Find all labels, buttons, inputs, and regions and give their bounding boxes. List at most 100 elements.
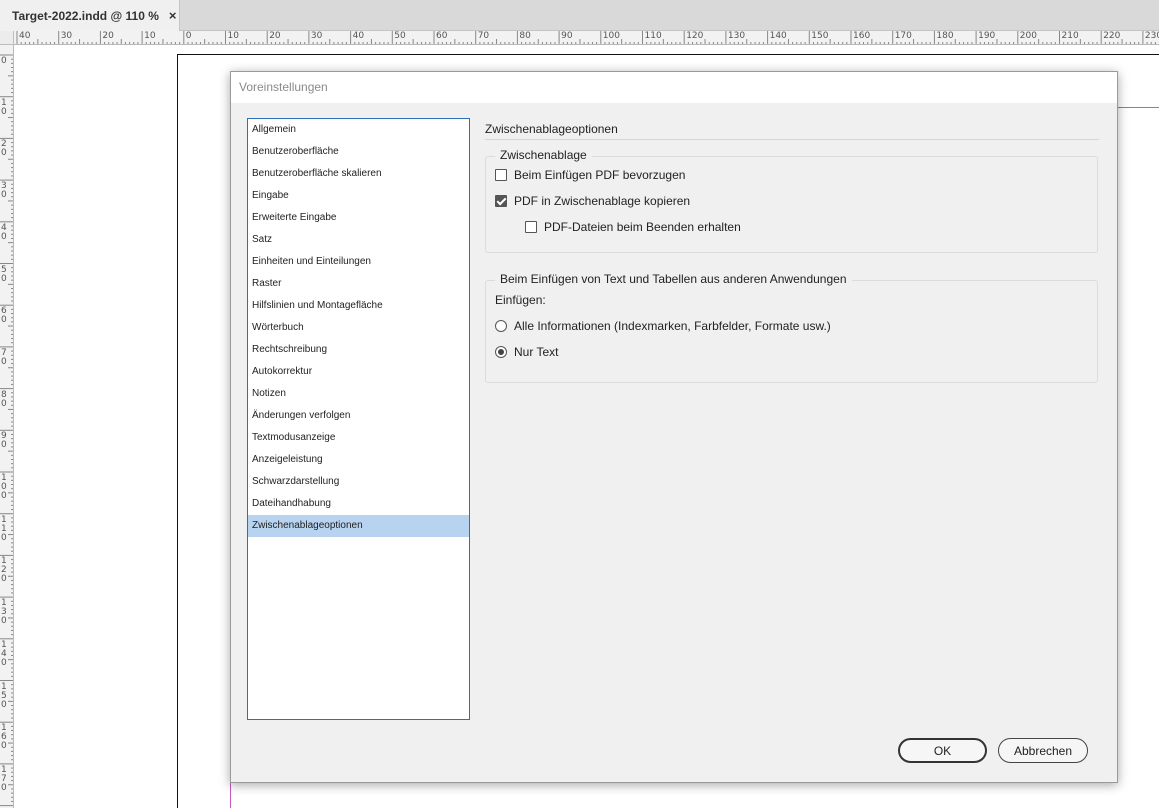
category-item[interactable]: Notizen [248, 383, 469, 405]
all-information-label: Alle Informationen (Indexmarken, Farbfel… [514, 319, 831, 333]
ruler-label: 0 [1, 56, 7, 66]
ruler-label: 10 [227, 31, 239, 41]
prefer-pdf-checkbox-box[interactable] [495, 169, 507, 181]
category-item[interactable]: Einheiten und Einteilungen [248, 251, 469, 273]
ruler-label: 170 [894, 31, 912, 41]
section-divider [485, 139, 1099, 140]
ruler-label: 1 0 0 [1, 473, 7, 501]
category-item[interactable]: Autokorrektur [248, 361, 469, 383]
ruler-label: 6 0 [1, 306, 7, 326]
all-information-radio[interactable]: Alle Informationen (Indexmarken, Farbfel… [495, 319, 831, 333]
text-only-radio-button[interactable] [495, 346, 507, 358]
preferences-dialog: Voreinstellungen Allgemein Benutzeroberfl… [230, 71, 1118, 783]
category-item[interactable]: Schwarzdarstellung [248, 471, 469, 493]
category-list[interactable]: Allgemein Benutzeroberfläche Benutzeroberf… [247, 118, 470, 720]
ruler-label: 120 [686, 31, 704, 41]
category-item[interactable]: Erweiterte Eingabe [248, 207, 469, 229]
keep-pdf-checkbox[interactable]: PDF-Dateien beim Beenden erhalten [525, 220, 741, 234]
category-item[interactable]: Dateihandhabung [248, 493, 469, 515]
all-information-radio-button[interactable] [495, 320, 507, 332]
horizontal-ruler[interactable]: 40 30 20 10 0 10 20 30 40 50 60 70 80 90 100 110 120 130 1… [14, 31, 1159, 45]
ruler-label: 10 [144, 31, 156, 41]
paste-options-group-legend: Beim Einfügen von Text und Tabellen aus … [495, 272, 852, 286]
prefer-pdf-checkbox[interactable]: Beim Einfügen PDF bevorzugen [495, 168, 685, 182]
category-item[interactable]: Zwischenablageoptionen [248, 515, 469, 537]
ruler-label: 5 0 [1, 264, 7, 284]
ruler-label: 1 2 0 [1, 556, 7, 585]
ruler-label: 70 [477, 31, 490, 41]
ruler-origin[interactable] [0, 31, 14, 45]
category-item[interactable]: Benutzeroberfläche skalieren [248, 163, 469, 185]
page-edge-top [177, 54, 1159, 55]
ruler-label: 8 0 [1, 389, 7, 409]
ruler-label: 220 [1103, 31, 1121, 41]
ruler-label: 1 1 0 [1, 514, 7, 543]
keep-pdf-checkbox-box[interactable] [525, 221, 537, 233]
ruler-label: 1 6 0 [1, 723, 7, 752]
ruler-label: 210 [1061, 31, 1079, 41]
dialog-titlebar[interactable]: Voreinstellungen [231, 72, 1117, 103]
text-only-radio[interactable]: Nur Text [495, 345, 558, 359]
ruler-label: 190 [978, 31, 996, 41]
copy-pdf-checkbox[interactable]: PDF in Zwischenablage kopieren [495, 194, 690, 208]
ruler-label: 40 [19, 31, 31, 41]
dialog-title: Voreinstellungen [239, 80, 328, 94]
ruler-label: 90 [561, 31, 573, 41]
category-item[interactable]: Hilfslinien und Montagefläche [248, 295, 469, 317]
prefer-pdf-label: Beim Einfügen PDF bevorzugen [514, 168, 686, 182]
category-item[interactable]: Rechtschreibung [248, 339, 469, 361]
category-item[interactable]: Satz [248, 229, 469, 251]
copy-pdf-label: PDF in Zwischenablage kopieren [514, 194, 691, 208]
ruler-label: 60 [436, 31, 448, 41]
ruler-label: 3 0 [1, 181, 7, 201]
keep-pdf-label: PDF-Dateien beim Beenden erhalten [544, 220, 741, 234]
ruler-label: 230 [1144, 31, 1159, 41]
document-tab[interactable]: Target-2022.indd @ 110 % × [0, 0, 180, 31]
ruler-label: 80 [519, 31, 531, 41]
ok-button[interactable]: OK [898, 738, 987, 763]
ruler-label: 130 [727, 31, 746, 41]
ruler-label: 7 0 [1, 347, 7, 367]
ruler-label: 1 7 0 [1, 764, 7, 793]
category-item[interactable]: Raster [248, 273, 469, 295]
ruler-label: 0 [185, 31, 192, 41]
ruler-label: 40 [352, 31, 365, 41]
close-tab-icon[interactable]: × [169, 8, 177, 23]
cancel-button[interactable]: Abbrechen [998, 738, 1088, 763]
ruler-label: 180 [936, 31, 954, 41]
ruler-label: 100 [602, 31, 620, 41]
ruler-label: 150 [811, 31, 829, 41]
document-tab-title: Target-2022.indd @ 110 % [12, 8, 159, 23]
category-item[interactable]: Benutzeroberfläche [248, 141, 469, 163]
ruler-label: 1 5 0 [1, 681, 7, 710]
ruler-label: 30 [310, 31, 323, 41]
ruler-label: 1 3 0 [1, 598, 7, 627]
copy-pdf-checkbox-box[interactable] [495, 195, 507, 207]
ruler-label: 200 [1019, 31, 1037, 41]
text-only-label: Nur Text [514, 345, 559, 359]
ruler-label: 110 [644, 31, 662, 41]
section-title: Zwischenablageoptionen [485, 122, 618, 136]
paste-label: Einfügen: [495, 293, 546, 307]
category-item[interactable]: Änderungen verfolgen [248, 405, 469, 427]
ruler-label: 140 [769, 31, 787, 41]
ruler-label: 9 0 [1, 431, 7, 451]
vertical-ruler[interactable]: 0 1 0 2 0 3 0 4 0 5 0 6 0 7 0 8 0 9 0 1 0 0 1 1 0 1 … [0, 45, 14, 808]
category-item[interactable]: Eingabe [248, 185, 469, 207]
ruler-label: 20 [102, 31, 114, 41]
ruler-label: 4 0 [1, 222, 7, 242]
clipboard-group-legend: Zwischenablage [495, 148, 592, 162]
category-item[interactable]: Wörterbuch [248, 317, 469, 339]
category-item[interactable]: Textmodusanzeige [248, 427, 469, 449]
ruler-label: 160 [853, 31, 871, 41]
ruler-label: 2 0 [1, 139, 7, 159]
category-item[interactable]: Allgemein [248, 119, 469, 141]
ruler-label: 20 [269, 31, 281, 41]
ruler-label: 30 [60, 31, 73, 41]
paste-label-text: Einfügen: [495, 293, 546, 307]
page-edge-left [177, 54, 178, 808]
document-tab-bar: Target-2022.indd @ 110 % × [0, 0, 1159, 31]
category-item[interactable]: Anzeigeleistung [248, 449, 469, 471]
ruler-label: 1 4 0 [1, 639, 7, 668]
ruler-label: 1 0 [1, 97, 7, 117]
